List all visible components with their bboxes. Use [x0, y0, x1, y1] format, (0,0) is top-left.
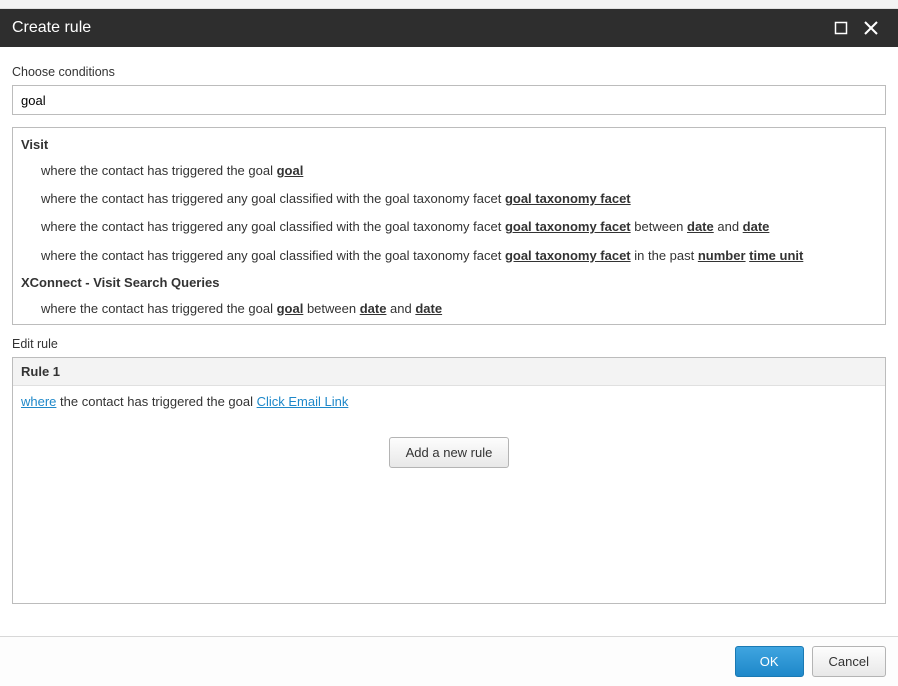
- dialog-body: Choose conditions Visitwhere the contact…: [0, 47, 898, 604]
- choose-conditions-label: Choose conditions: [12, 65, 886, 79]
- condition-group-header: Visit: [13, 132, 885, 157]
- maximize-button[interactable]: [826, 13, 856, 43]
- condition-row[interactable]: where the contact has triggered any goal…: [13, 242, 885, 270]
- conditions-search-input[interactable]: [12, 85, 886, 115]
- condition-row[interactable]: where the contact has triggered the goal…: [13, 157, 885, 185]
- condition-row[interactable]: where the contact has triggered any goal…: [13, 185, 885, 213]
- rule-expression: where the contact has triggered the goal…: [13, 386, 885, 417]
- condition-text: where the contact has triggered the goal: [41, 301, 277, 316]
- condition-text: where the contact has triggered any goal…: [41, 219, 505, 234]
- condition-token[interactable]: goal: [277, 301, 304, 316]
- cancel-button[interactable]: Cancel: [812, 646, 886, 677]
- condition-token[interactable]: date: [360, 301, 387, 316]
- rule-goal-value[interactable]: Click Email Link: [257, 394, 349, 409]
- condition-text: where the contact has triggered any goal…: [41, 191, 505, 206]
- condition-text: and: [386, 301, 415, 316]
- condition-group-header: XConnect - Visit Search Queries: [13, 270, 885, 295]
- condition-token[interactable]: goal taxonomy facet: [505, 191, 631, 206]
- condition-row[interactable]: where the contact has triggered any goal…: [13, 213, 885, 241]
- ok-button[interactable]: OK: [735, 646, 804, 677]
- condition-text: in the past: [631, 248, 698, 263]
- rule-header: Rule 1: [13, 358, 885, 386]
- add-rule-button[interactable]: Add a new rule: [389, 437, 510, 468]
- condition-text: and: [714, 219, 743, 234]
- condition-text: where the contact has triggered the goal: [41, 163, 277, 178]
- maximize-icon: [834, 21, 848, 35]
- conditions-list[interactable]: Visitwhere the contact has triggered the…: [12, 127, 886, 325]
- dialog-footer: OK Cancel: [0, 636, 898, 686]
- condition-text: between: [631, 219, 687, 234]
- edit-rule-label: Edit rule: [12, 337, 886, 351]
- condition-token[interactable]: date: [415, 301, 442, 316]
- condition-row[interactable]: where the contact has triggered the goal…: [13, 295, 885, 323]
- dialog-title: Create rule: [12, 19, 826, 37]
- rule-editor: Rule 1 where the contact has triggered t…: [12, 357, 886, 604]
- condition-text: between: [303, 301, 359, 316]
- dialog-titlebar: Create rule: [0, 9, 898, 47]
- condition-token[interactable]: time unit: [749, 248, 803, 263]
- condition-token[interactable]: date: [743, 219, 770, 234]
- background-strip: [0, 0, 898, 9]
- condition-text: where the contact has triggered any goal…: [41, 248, 505, 263]
- rule-mid-text: the contact has triggered the goal: [56, 394, 256, 409]
- close-button[interactable]: [856, 13, 886, 43]
- condition-token[interactable]: number: [698, 248, 746, 263]
- condition-token[interactable]: goal taxonomy facet: [505, 219, 631, 234]
- rule-where-token[interactable]: where: [21, 394, 56, 409]
- close-icon: [863, 20, 879, 36]
- condition-token[interactable]: goal taxonomy facet: [505, 248, 631, 263]
- condition-token[interactable]: date: [687, 219, 714, 234]
- condition-token[interactable]: goal: [277, 163, 304, 178]
